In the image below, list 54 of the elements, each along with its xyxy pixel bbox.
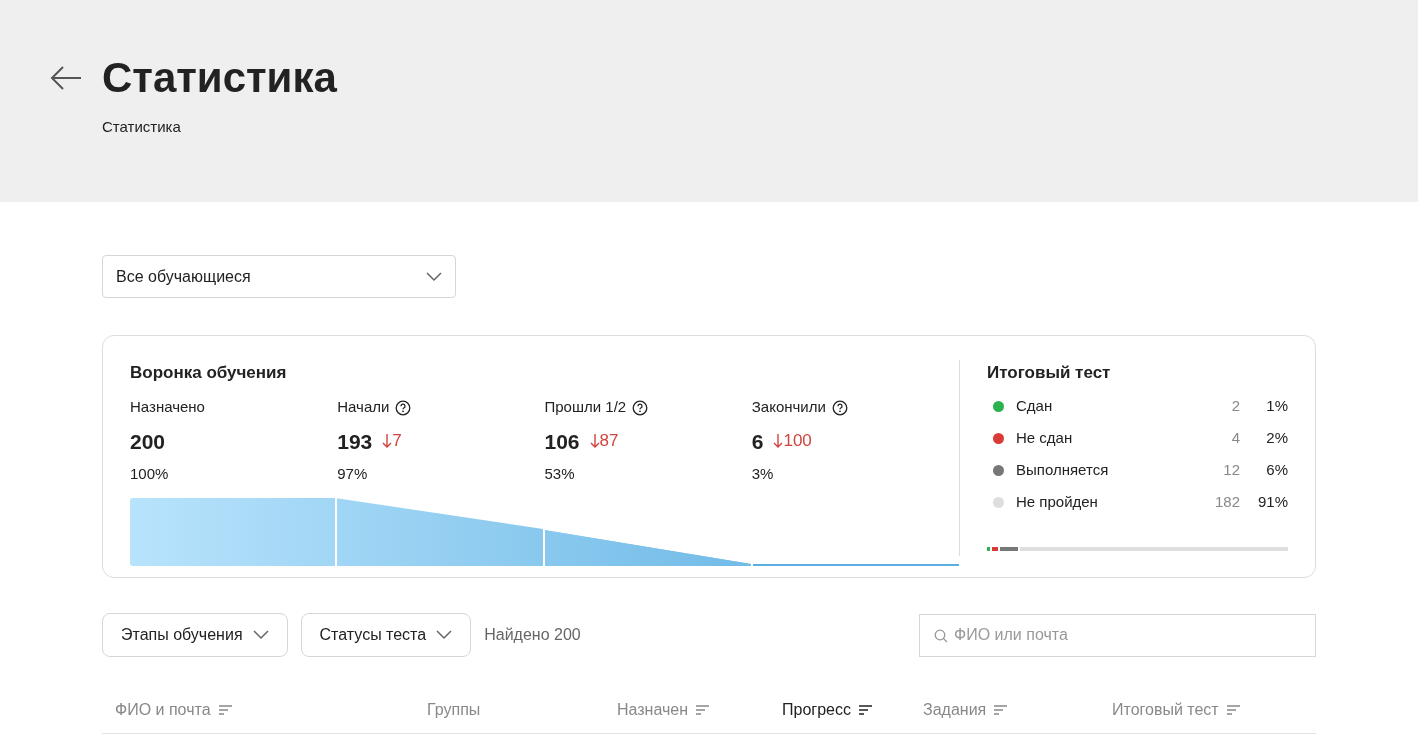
stage-drop: 7: [392, 430, 402, 453]
stage-label: Начали: [337, 397, 390, 418]
status-label: Не сдан: [1016, 427, 1074, 448]
stage-label: Прошли 1/2: [544, 397, 627, 418]
help-icon[interactable]: [831, 399, 848, 416]
column-header[interactable]: Прогресс: [782, 698, 851, 722]
chevron-down-icon: [252, 630, 269, 640]
status-percent: 91%: [1256, 491, 1288, 512]
back-arrow-icon[interactable]: [50, 65, 82, 91]
column-header[interactable]: ФИО и почта: [115, 698, 211, 722]
filter-dropdown[interactable]: Этапы обучения: [102, 613, 288, 657]
stage-count: 200: [130, 428, 166, 455]
status-percent: 6%: [1265, 459, 1288, 480]
column-header[interactable]: Задания: [923, 698, 987, 722]
status-count: 182: [1213, 491, 1240, 512]
stage-label: Закончили: [751, 397, 826, 418]
chevron-down-icon: [426, 271, 442, 282]
stage-count: 6: [751, 428, 764, 455]
status-percent: 2%: [1265, 427, 1288, 448]
filter-dropdown[interactable]: Статусы теста: [300, 613, 472, 657]
stage-percent: 97%: [337, 464, 369, 484]
down-arrow-icon: [589, 433, 600, 449]
stage-count: 106: [544, 428, 580, 455]
breadcrumb: Статистика: [102, 117, 182, 137]
help-icon[interactable]: [395, 399, 412, 416]
column-header[interactable]: Группы: [427, 698, 481, 722]
stage-label: Назначено: [130, 397, 205, 418]
page-title: Статистика: [102, 53, 337, 103]
status-label: Не пройден: [1016, 491, 1099, 512]
stage-percent: 100%: [130, 464, 170, 484]
column-header[interactable]: Назначен: [617, 698, 689, 722]
status-percent: 1%: [1265, 395, 1288, 416]
help-icon[interactable]: [632, 399, 649, 416]
status-label: Выполняется: [1016, 459, 1110, 480]
stage-drop: 100: [783, 430, 812, 453]
search-field[interactable]: ФИО или почта: [919, 613, 1316, 657]
stage-percent: 3%: [751, 464, 775, 484]
sort-icon[interactable]: [858, 704, 873, 716]
stage-percent: 53%: [544, 464, 576, 484]
funnel-title: Воронка обучения: [130, 362, 288, 384]
audience-select[interactable]: Все обучающиеся: [102, 255, 456, 298]
final-test-title: Итоговый тест: [987, 362, 1112, 384]
stage-drop: 87: [599, 430, 619, 453]
column-header[interactable]: Итоговый тест: [1112, 698, 1219, 722]
chevron-down-icon: [436, 630, 453, 640]
status-count: 12: [1222, 459, 1240, 480]
status-count: 4: [1230, 427, 1240, 448]
status-label: Сдан: [1016, 395, 1054, 416]
stage-count: 193: [337, 428, 373, 455]
search-icon: [934, 628, 948, 643]
down-arrow-icon: [382, 433, 393, 449]
status-count: 2: [1230, 395, 1240, 416]
found-count: Найдено 200: [484, 625, 581, 645]
down-arrow-icon: [773, 433, 784, 449]
